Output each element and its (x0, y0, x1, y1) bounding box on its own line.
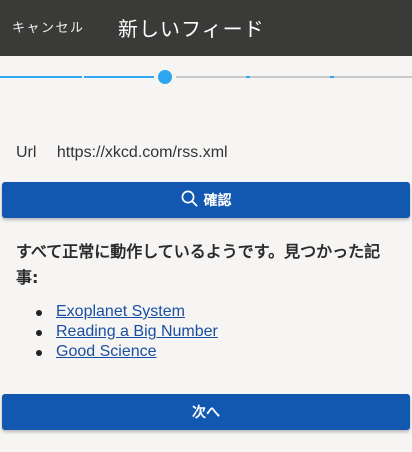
url-label: Url (16, 144, 37, 161)
list-item: Exoplanet System (36, 302, 218, 322)
stepper-segment-3 (176, 76, 246, 78)
bullet-icon (36, 350, 42, 356)
stepper-segment-4 (250, 76, 330, 78)
article-link-3[interactable]: Good Science (56, 342, 157, 362)
progress-stepper (0, 70, 412, 84)
url-value[interactable]: https://xkcd.com/rss.xml (57, 144, 228, 161)
stepper-current-dot (158, 70, 172, 84)
article-link-1[interactable]: Exoplanet System (56, 302, 185, 322)
article-link-2[interactable]: Reading a Big Number (56, 322, 218, 342)
article-list: Exoplanet System Reading a Big Number Go… (36, 302, 218, 362)
bullet-icon (36, 330, 42, 336)
result-message: すべて正常に動作しているようです。見つかった記事: (16, 242, 381, 287)
cancel-button[interactable]: キャンセル (12, 17, 85, 36)
stepper-segment-2 (84, 76, 154, 78)
list-item: Reading a Big Number (36, 322, 218, 342)
list-item: Good Science (36, 342, 218, 362)
stepper-segment-1 (0, 76, 82, 78)
search-icon (181, 190, 198, 211)
page-title: 新しいフィード (118, 17, 265, 41)
bullet-icon (36, 310, 42, 316)
app-bar: キャンセル 新しいフィード (0, 0, 412, 56)
url-field: Url https://xkcd.com/rss.xml (16, 144, 228, 162)
confirm-button-label: 確認 (203, 193, 232, 209)
confirm-button[interactable]: 確認 (2, 182, 410, 218)
next-button[interactable]: 次へ (2, 394, 410, 430)
stepper-segment-5 (334, 76, 412, 78)
